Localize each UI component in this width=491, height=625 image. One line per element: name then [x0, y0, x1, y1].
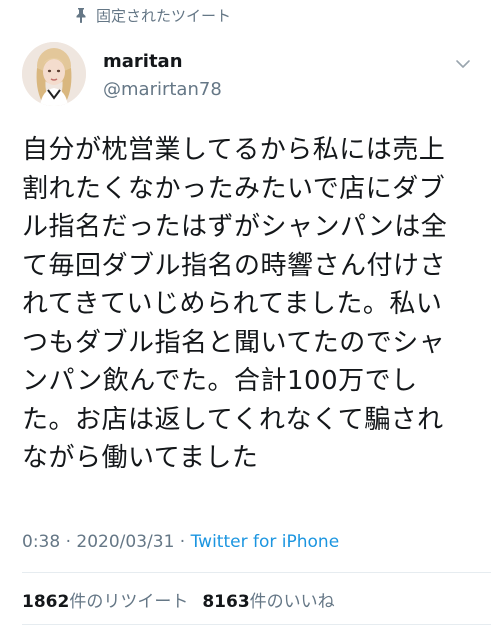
author-handle[interactable]: @marirtan78 [103, 78, 222, 102]
tweet-source-link[interactable]: Twitter for iPhone [191, 532, 340, 552]
author-display-name[interactable]: maritan [103, 50, 222, 74]
tweet-date[interactable]: 2020/03/31 [76, 532, 174, 552]
likes-label: 件のいいね [249, 592, 335, 612]
tweet-meta: 0:38 · 2020/03/31 · Twitter for iPhone [22, 530, 339, 554]
author-info[interactable]: maritan @marirtan78 [103, 50, 222, 102]
avatar-image [22, 42, 86, 106]
pin-icon [76, 8, 86, 23]
likes-count: 8163 [202, 592, 250, 612]
meta-separator: · [65, 532, 71, 552]
divider [22, 572, 491, 573]
retweets-label: 件のリツイート [69, 592, 189, 612]
likes-stat[interactable]: 8163件のいいね [202, 592, 334, 612]
tweet-stats: 1862件のリツイート 8163件のいいね [22, 590, 335, 614]
pinned-tweet-indicator: 固定されたツイート [74, 4, 231, 26]
tweet-time[interactable]: 0:38 [22, 532, 60, 552]
retweets-count: 1862 [22, 592, 70, 612]
tweet-detail: 固定されたツイート maritan @marirtan78 自分が枕営業してるか… [0, 0, 491, 625]
tweet-text: 自分が枕営業してるから私には売上 割れたくなかったみたいで店にダブ ル指名だった… [22, 135, 448, 473]
chevron-down-icon[interactable] [455, 56, 471, 72]
avatar[interactable] [22, 42, 86, 106]
meta-separator: · [179, 532, 186, 552]
pinned-label: 固定されたツイート [96, 6, 232, 25]
retweets-stat[interactable]: 1862件のリツイート [22, 592, 188, 612]
